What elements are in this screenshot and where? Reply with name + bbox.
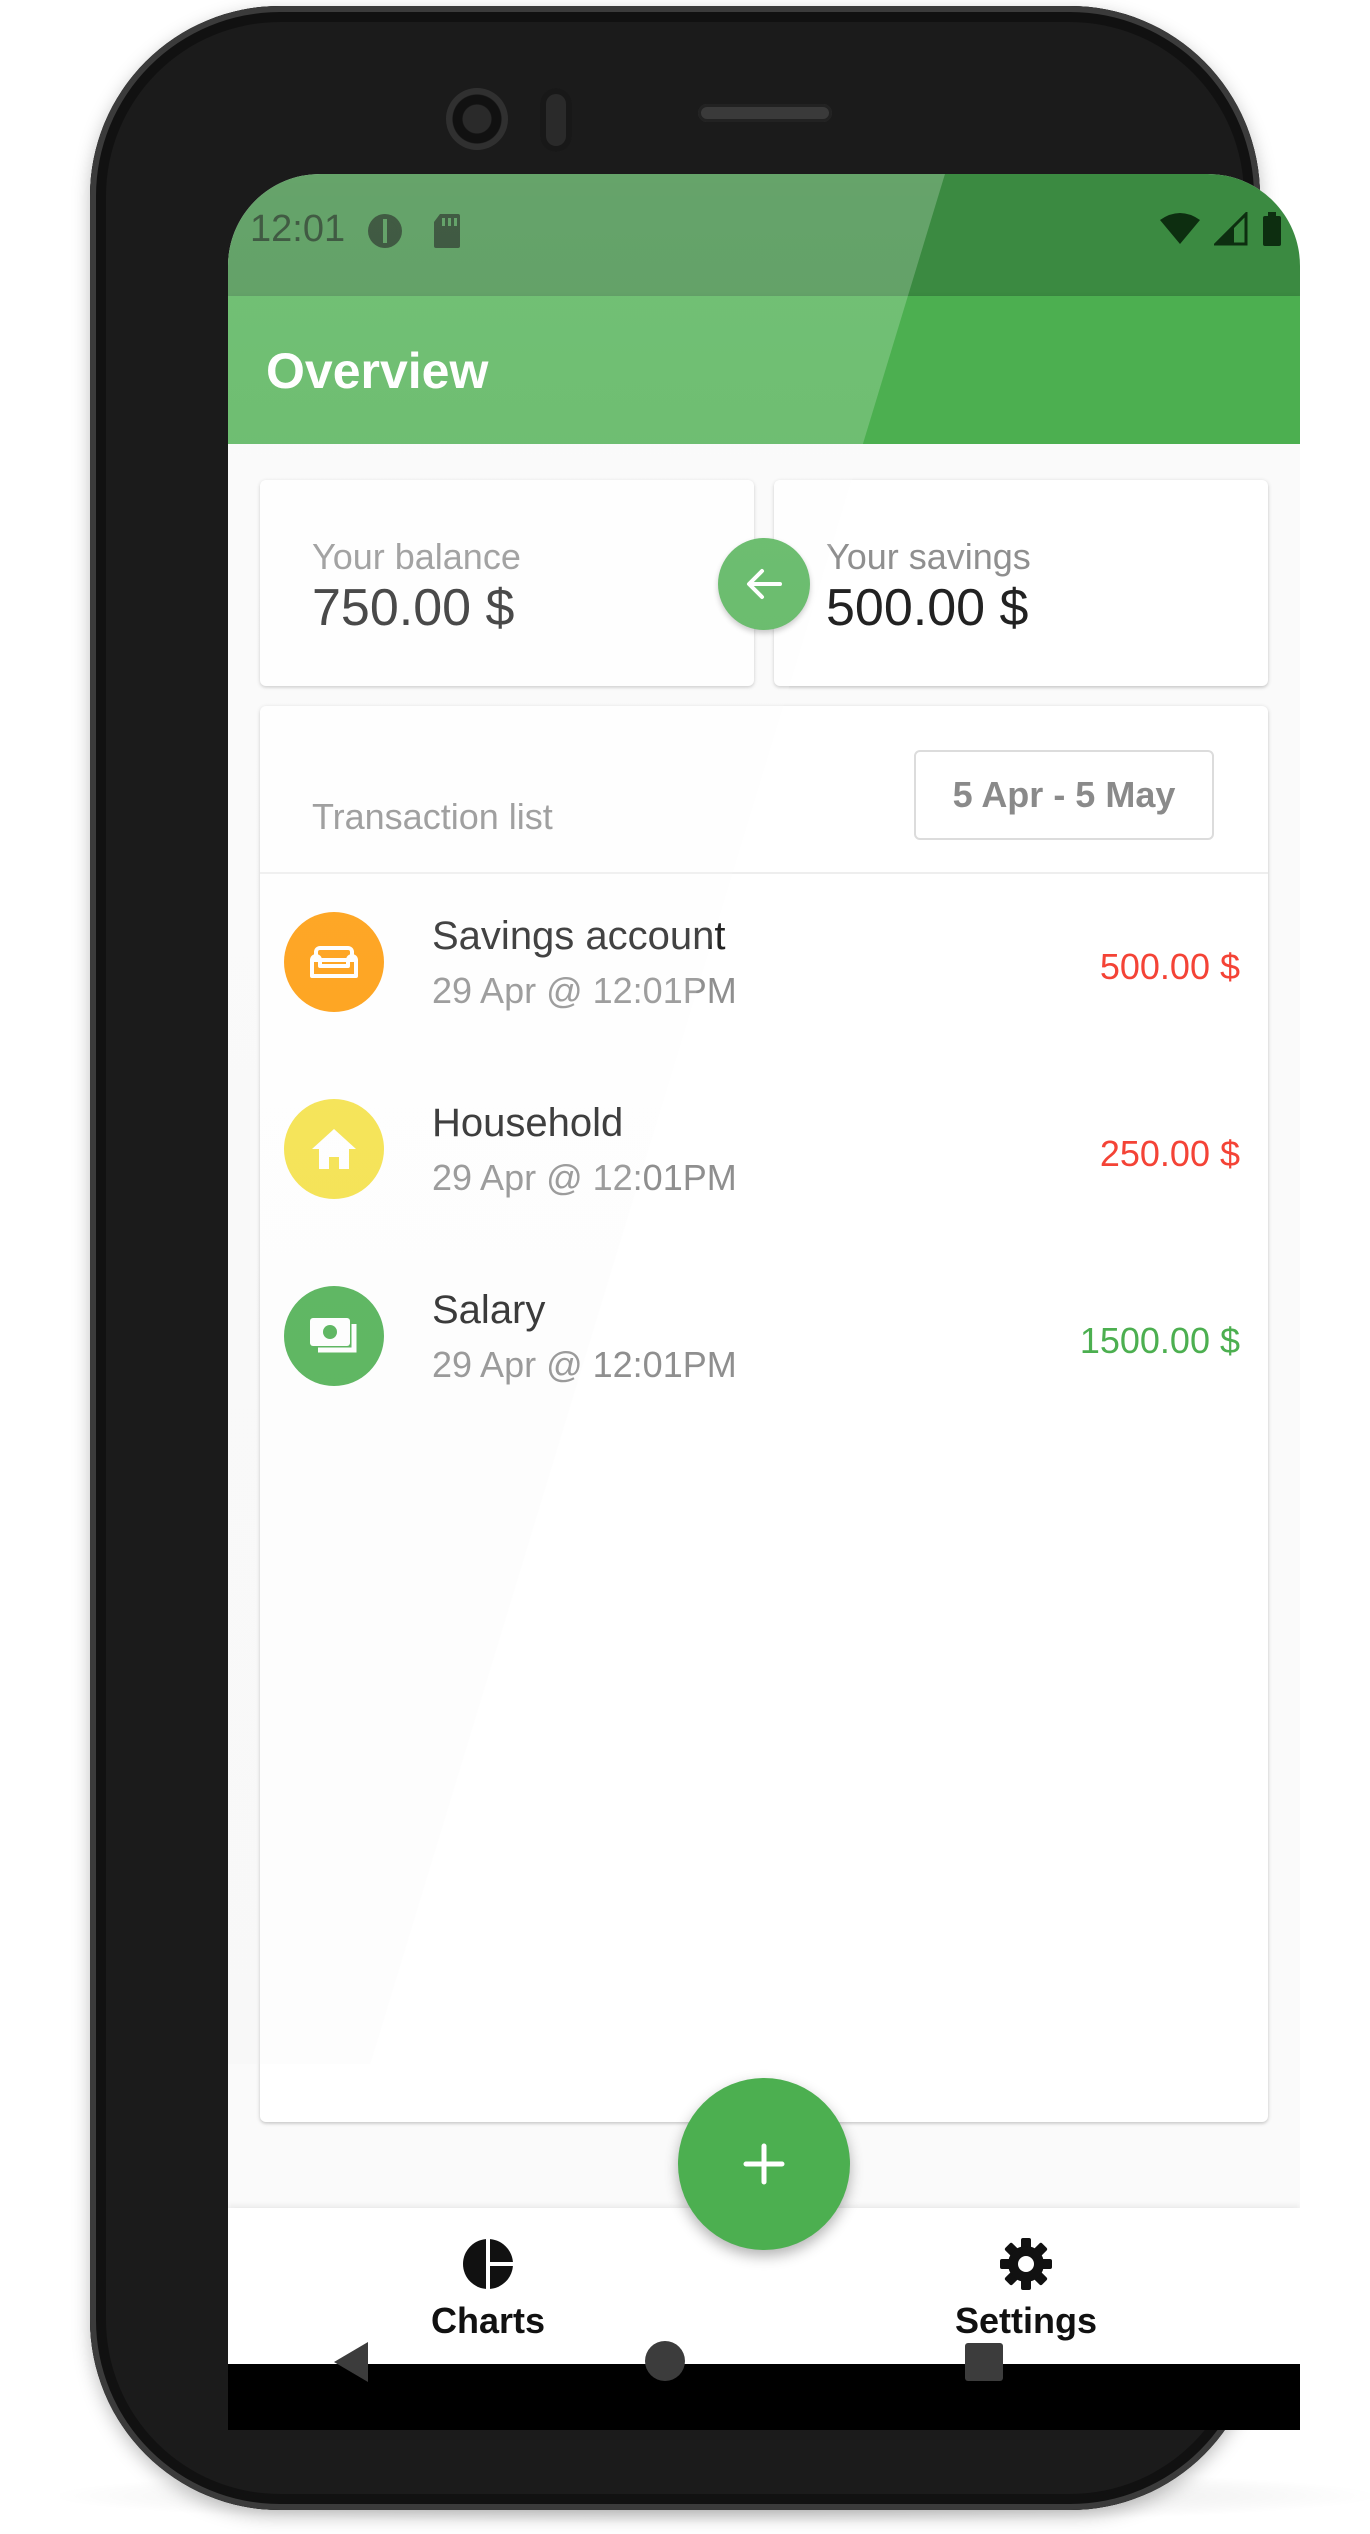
front-camera [446, 88, 508, 150]
transaction-title: Savings account [432, 914, 726, 958]
battery-icon [1263, 212, 1281, 246]
nav-charts[interactable]: Charts [428, 2236, 548, 2342]
savings-label: Your savings [826, 536, 1031, 577]
transaction-date: 29 Apr @ 12:01PM [432, 970, 737, 1011]
balance-value: 750.00 $ [312, 579, 515, 637]
transaction-amount: 250.00 $ [1099, 1133, 1240, 1174]
sofa-icon [284, 912, 384, 1012]
main-content: Your balance 750.00 $ Your savings 500.0… [228, 444, 1300, 2208]
date-range-button[interactable]: 5 Apr - 5 May [914, 750, 1214, 840]
wifi-icon [1160, 213, 1200, 244]
transaction-title: Household [432, 1101, 624, 1145]
status-bar: 12:01 [228, 174, 1300, 296]
nav-settings-label: Settings [954, 2300, 1097, 2341]
recents-icon[interactable] [964, 2342, 1004, 2382]
transaction-amount: 500.00 $ [1099, 946, 1240, 987]
add-transaction-button[interactable] [678, 2078, 850, 2250]
home-button-icon[interactable] [644, 2340, 686, 2382]
earpiece-speaker [698, 104, 832, 122]
savings-card[interactable]: Your savings 500.00 $ [774, 480, 1268, 686]
phone-frame: 12:01 Overview Your balance 750.00 $ You… [90, 6, 1300, 2510]
cash-icon [284, 1286, 384, 1386]
savings-value: 500.00 $ [826, 579, 1029, 637]
sd-card-icon [434, 214, 460, 248]
transfer-button[interactable] [718, 538, 810, 630]
transaction-title: Salary [432, 1288, 546, 1332]
nav-charts-label: Charts [430, 2300, 546, 2341]
app-bar: Overview [228, 296, 1300, 444]
proximity-sensor [540, 88, 572, 152]
balance-card[interactable]: Your balance 750.00 $ [260, 480, 754, 686]
transaction-date: 29 Apr @ 12:01PM [432, 1157, 737, 1198]
transaction-date: 29 Apr @ 12:01PM [432, 1344, 737, 1385]
nav-settings[interactable]: Settings [946, 2236, 1106, 2342]
system-navigation-strip [228, 2364, 1300, 2430]
list-item[interactable]: Salary 29 Apr @ 12:01PM 1500.00 $ [260, 1248, 1268, 1418]
list-item[interactable]: Savings account 29 Apr @ 12:01PM 500.00 … [260, 874, 1268, 1044]
balance-label: Your balance [312, 536, 521, 577]
screen: 12:01 Overview Your balance 750.00 $ You… [228, 174, 1300, 2430]
transaction-list-card: Transaction list 5 Apr - 5 May Savings a… [260, 706, 1268, 2122]
gear-icon [1000, 2238, 1052, 2290]
plus-icon [743, 2143, 785, 2185]
transaction-amount: 1500.00 $ [1079, 1320, 1240, 1361]
pie-chart-icon [463, 2238, 514, 2290]
signal-icon [1214, 212, 1248, 246]
notification-app-icon [368, 214, 402, 248]
home-icon [284, 1099, 384, 1199]
back-icon[interactable] [330, 2338, 372, 2386]
list-item[interactable]: Household 29 Apr @ 12:01PM 250.00 $ [260, 1061, 1268, 1231]
status-time: 12:01 [250, 208, 346, 250]
arrow-left-icon [747, 569, 782, 599]
page-title: Overview [266, 343, 489, 399]
transaction-list-label: Transaction list [312, 796, 553, 837]
